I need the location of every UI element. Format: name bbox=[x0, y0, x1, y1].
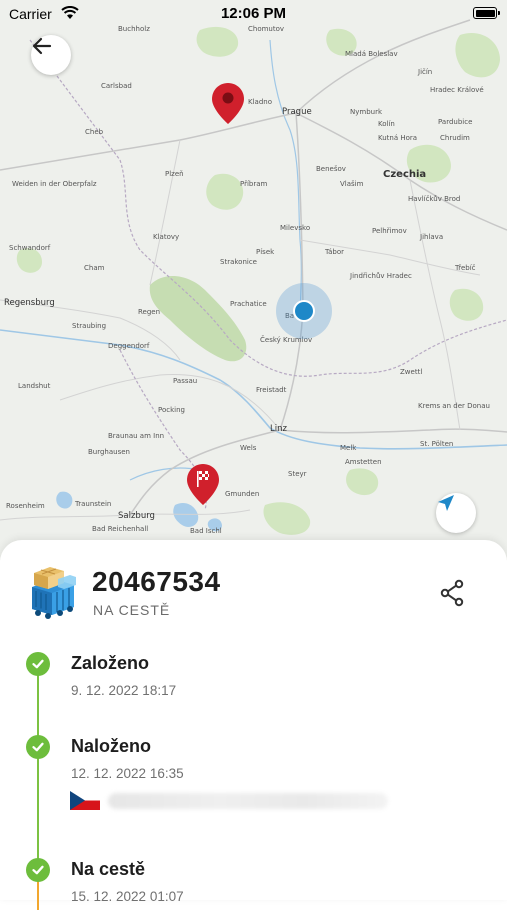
map-label-linz: Linz bbox=[270, 424, 287, 434]
cargo-crate-icon bbox=[32, 567, 76, 619]
map-label: Mladá Boleslav bbox=[345, 50, 398, 58]
battery-icon bbox=[473, 7, 500, 19]
step-date: 12. 12. 2022 16:35 bbox=[71, 766, 184, 781]
map-label: Landshut bbox=[18, 382, 51, 390]
map-label: Třebíč bbox=[455, 264, 476, 272]
map-label: Burghausen bbox=[88, 448, 130, 456]
map-label: Jičín bbox=[418, 68, 433, 76]
map-label: Vlašim bbox=[340, 180, 364, 188]
locate-me-button[interactable] bbox=[436, 493, 476, 533]
order-number: 20467534 bbox=[92, 566, 221, 597]
map-label: Salzburg bbox=[118, 511, 155, 521]
map-label: Braunau am Inn bbox=[108, 432, 165, 440]
map-label: Havlíčkův Brod bbox=[408, 195, 461, 203]
map-label: Nymburk bbox=[350, 108, 383, 116]
map-label: Bad Ischl bbox=[190, 527, 222, 535]
map-label: Kladno bbox=[248, 98, 272, 106]
map-label: Pelhřimov bbox=[372, 227, 407, 235]
map-label: Wels bbox=[240, 444, 257, 452]
map-label: St. Pölten bbox=[420, 440, 454, 448]
map-label: Benešov bbox=[316, 165, 346, 173]
back-button[interactable] bbox=[31, 35, 71, 75]
map-label: Klatovy bbox=[153, 233, 180, 241]
map-label: Weiden in der Oberpfalz bbox=[12, 180, 97, 188]
map-label: Bad Reichenhall bbox=[92, 525, 149, 533]
step-title: Naloženo bbox=[71, 736, 152, 756]
map-label: Regen bbox=[138, 308, 161, 316]
map-base bbox=[0, 19, 507, 535]
order-detail-sheet: 20467534 NA CESTĚ Založeno 9. 12. 2022 1… bbox=[0, 540, 507, 910]
step-title: Založeno bbox=[71, 653, 150, 673]
map-label: Zwettl bbox=[400, 368, 423, 376]
map-label: Krems an der Donau bbox=[418, 402, 490, 410]
map-label: Steyr bbox=[288, 470, 307, 478]
check-icon bbox=[26, 735, 50, 759]
map-label: Passau bbox=[173, 377, 198, 385]
map-label: Tábor bbox=[325, 248, 345, 256]
map-label: Freistadt bbox=[256, 386, 287, 394]
order-status: NA CESTĚ bbox=[93, 602, 171, 618]
map-label: Plzeň bbox=[165, 170, 184, 178]
current-position-dot bbox=[293, 300, 315, 322]
check-icon bbox=[26, 652, 50, 676]
map-label: Milevsko bbox=[280, 224, 311, 232]
timeline-connector bbox=[37, 665, 39, 865]
map-label: Cham bbox=[84, 264, 105, 272]
map-label: Melk bbox=[340, 444, 357, 452]
map-label: Rosenheim bbox=[6, 502, 45, 510]
map-label: Straubing bbox=[72, 322, 107, 330]
map-label: Pardubice bbox=[438, 118, 473, 126]
map-label: Příbram bbox=[240, 180, 268, 188]
map-label: Deggendorf bbox=[108, 342, 150, 350]
map-label: Písek bbox=[256, 248, 275, 256]
map-label-prague: Prague bbox=[282, 107, 312, 117]
arrow-left-icon bbox=[32, 37, 52, 55]
share-icon[interactable] bbox=[437, 578, 467, 608]
map-label: Pocking bbox=[158, 406, 185, 414]
map-label: Cheb bbox=[85, 128, 104, 136]
map-label: Amstetten bbox=[345, 458, 382, 466]
step-date: 9. 12. 2022 18:17 bbox=[71, 683, 177, 698]
origin-pin-icon[interactable] bbox=[211, 82, 245, 126]
map-label: Kutná Hora bbox=[378, 134, 418, 142]
status-bar: Carrier 12:06 PM bbox=[0, 0, 507, 28]
blurred-address bbox=[108, 793, 388, 809]
map-label: Chrudim bbox=[440, 134, 470, 142]
czech-flag-icon bbox=[70, 791, 100, 810]
map-label: Carlsbad bbox=[101, 82, 132, 90]
map-label: Kolín bbox=[378, 120, 395, 128]
location-arrow-icon bbox=[438, 495, 454, 511]
step-date: 15. 12. 2022 01:07 bbox=[71, 889, 184, 904]
clock: 12:06 PM bbox=[220, 5, 287, 22]
map-label: Jindřichův Hradec bbox=[350, 272, 412, 280]
map-label: Jihlava bbox=[420, 233, 444, 241]
map-label-czechia: Czechia bbox=[383, 169, 427, 180]
map-label: Hradec Králové bbox=[430, 86, 484, 94]
map-view[interactable]: Buchholz Chomutov Mladá Boleslav Jičín H… bbox=[0, 0, 507, 560]
check-icon bbox=[26, 858, 50, 882]
map-label: Regensburg bbox=[4, 298, 55, 308]
map-label: Traunstein bbox=[75, 500, 112, 508]
destination-pin-icon[interactable] bbox=[186, 463, 220, 507]
step-title: Na cestě bbox=[71, 859, 146, 879]
map-label: Gmunden bbox=[225, 490, 260, 498]
map-label: Prachatice bbox=[230, 300, 267, 308]
map-label: Schwandorf bbox=[9, 244, 51, 252]
timeline-connector-in-progress bbox=[37, 880, 39, 910]
map-label: Strakonice bbox=[220, 258, 257, 266]
